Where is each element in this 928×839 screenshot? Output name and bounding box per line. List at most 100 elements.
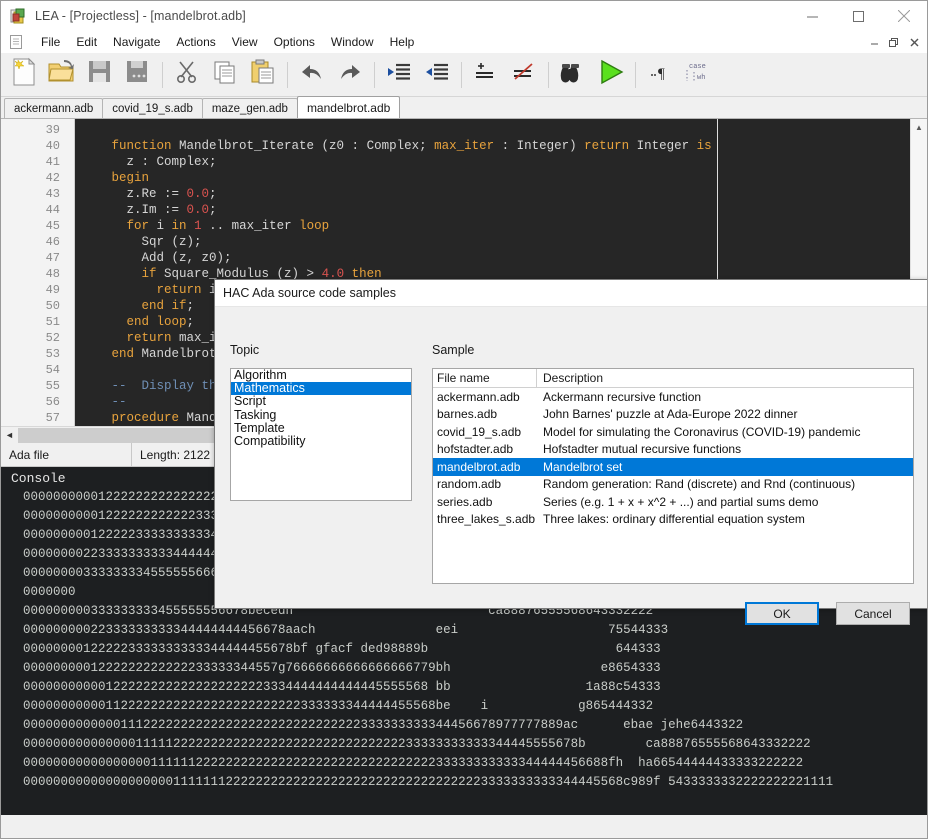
toolbar-separator <box>461 62 462 88</box>
scroll-left-arrow-icon[interactable]: ◄ <box>1 427 18 443</box>
new-file-button[interactable] <box>5 55 43 95</box>
sample-file-name: barnes.adb <box>433 406 537 424</box>
mdi-minimize-button[interactable] <box>864 33 884 51</box>
svg-text:wh: wh <box>697 74 705 82</box>
code-line: Sqr (z); <box>75 234 927 250</box>
close-button[interactable] <box>881 1 927 31</box>
indent-button[interactable] <box>380 55 418 95</box>
sample-row[interactable]: covid_19_s.adb Model for simulating the … <box>433 423 913 441</box>
mdi-close-button[interactable] <box>904 33 924 51</box>
line-number: 50 <box>1 298 74 314</box>
menu-item-options[interactable]: Options <box>266 33 323 51</box>
comment-plus-minus-icon <box>473 61 499 88</box>
menu-item-file[interactable]: File <box>33 33 68 51</box>
sample-file-name: hofstadter.adb <box>433 441 537 459</box>
line-number-gutter: 39 40 41 42 43 44 45 46 47 48 49 50 51 5… <box>1 119 75 426</box>
column-header-file-name[interactable]: File name <box>433 369 537 387</box>
menu-item-edit[interactable]: Edit <box>68 33 105 51</box>
save-all-button[interactable] <box>119 55 157 95</box>
paragraph-button[interactable]: ¶ <box>641 55 679 95</box>
redo-arrow-icon <box>337 61 363 88</box>
line-number: 44 <box>1 202 74 218</box>
console-line: 0000000000000111222222222222222222222222… <box>1 716 927 735</box>
mdi-window-controls <box>864 33 924 51</box>
menu-item-help[interactable]: Help <box>382 33 423 51</box>
file-tab-mandelbrot[interactable]: mandelbrot.adb <box>297 96 400 118</box>
sample-row-selected[interactable]: mandelbrot.adb Mandelbrot set <box>433 458 913 476</box>
sample-row[interactable]: ackermann.adb Ackermann recursive functi… <box>433 388 913 406</box>
cut-button[interactable] <box>168 55 206 95</box>
topic-item-script[interactable]: Script <box>231 395 411 408</box>
ok-button[interactable]: OK <box>745 602 819 625</box>
code-line <box>75 122 927 138</box>
line-number: 45 <box>1 218 74 234</box>
save-icon <box>87 59 113 90</box>
copy-button[interactable] <box>206 55 244 95</box>
uncomment-button[interactable] <box>505 55 543 95</box>
file-tab-covid19s[interactable]: covid_19_s.adb <box>102 98 203 118</box>
sample-description: Three lakes: ordinary differential equat… <box>537 511 913 529</box>
console-bottom-edge <box>1 815 927 825</box>
comment-button[interactable] <box>467 55 505 95</box>
code-line: z.Re := 0.0; <box>75 186 927 202</box>
column-header-description[interactable]: Description <box>537 369 913 387</box>
menu-item-navigate[interactable]: Navigate <box>105 33 168 51</box>
sample-row[interactable]: random.adb Random generation: Rand (disc… <box>433 476 913 494</box>
title-bar: LEA - [Projectless] - [mandelbrot.adb] <box>1 1 927 31</box>
sample-row[interactable]: barnes.adb John Barnes' puzzle at Ada-Eu… <box>433 406 913 424</box>
line-number: 51 <box>1 314 74 330</box>
find-button[interactable] <box>554 55 592 95</box>
line-number: 39 <box>1 122 74 138</box>
toolbar-separator <box>287 62 288 88</box>
sample-row[interactable]: three_lakes_s.adb Three lakes: ordinary … <box>433 511 913 529</box>
sample-row[interactable]: series.adb Series (e.g. 1 + x + x^2 + ..… <box>433 493 913 511</box>
menu-item-window[interactable]: Window <box>323 33 382 51</box>
scroll-up-arrow-icon[interactable]: ▲ <box>911 119 927 136</box>
paste-button[interactable] <box>244 55 282 95</box>
maximize-button[interactable] <box>835 1 881 31</box>
undo-button[interactable] <box>293 55 331 95</box>
redo-button[interactable] <box>331 55 369 95</box>
cancel-button[interactable]: Cancel <box>836 602 910 625</box>
console-line: 0000000000011222222222222222222222222333… <box>1 697 927 716</box>
topic-listbox[interactable]: Algorithm Mathematics Script Tasking Tem… <box>230 368 412 501</box>
toolbar-separator <box>635 62 636 88</box>
line-number: 48 <box>1 266 74 282</box>
sample-row[interactable]: hofstadter.adb Hofstadter mutual recursi… <box>433 441 913 459</box>
line-number: 41 <box>1 154 74 170</box>
menu-item-view[interactable]: View <box>224 33 266 51</box>
dialog-body: Topic Sample Algorithm Mathematics Scrip… <box>215 307 928 610</box>
mdi-restore-button[interactable] <box>884 33 904 51</box>
line-number: 52 <box>1 330 74 346</box>
dialog-title: HAC Ada source code samples <box>215 280 928 307</box>
menu-item-actions[interactable]: Actions <box>168 33 223 51</box>
file-tab-strip: ackermann.adb covid_19_s.adb maze_gen.ad… <box>1 97 927 119</box>
unindent-button[interactable] <box>418 55 456 95</box>
file-tab-ackermann[interactable]: ackermann.adb <box>4 98 103 118</box>
save-file-button[interactable] <box>81 55 119 95</box>
svg-text:¶: ¶ <box>658 66 665 82</box>
copy-icon <box>212 59 238 90</box>
run-button[interactable] <box>592 55 630 95</box>
document-icon <box>9 34 24 50</box>
file-tab-mazegen[interactable]: maze_gen.adb <box>202 98 298 118</box>
menu-bar: File Edit Navigate Actions View Options … <box>1 31 927 53</box>
topic-item-compatibility[interactable]: Compatibility <box>231 435 411 448</box>
new-file-icon <box>10 57 38 92</box>
code-line: z : Complex; <box>75 154 927 170</box>
line-number: 57 <box>1 410 74 426</box>
topic-item-tasking[interactable]: Tasking <box>231 409 411 422</box>
sample-file-name: ackermann.adb <box>433 388 537 406</box>
toolbar-separator <box>162 62 163 88</box>
console-line: 0000000000000000011111122222222222222222… <box>1 754 927 773</box>
template-button[interactable]: case wh <box>679 55 717 95</box>
open-file-button[interactable] <box>43 55 81 95</box>
code-line: function Mandelbrot_Iterate (z0 : Comple… <box>75 138 927 154</box>
topic-item-template[interactable]: Template <box>231 422 411 435</box>
code-line: Add (z, z0); <box>75 250 927 266</box>
minimize-button[interactable] <box>789 1 835 31</box>
sample-listbox[interactable]: File name Description ackermann.adb Acke… <box>432 368 914 584</box>
topic-label: Topic <box>230 343 259 357</box>
vertical-scroll-thumb[interactable] <box>912 136 926 266</box>
save-all-icon <box>125 59 151 90</box>
